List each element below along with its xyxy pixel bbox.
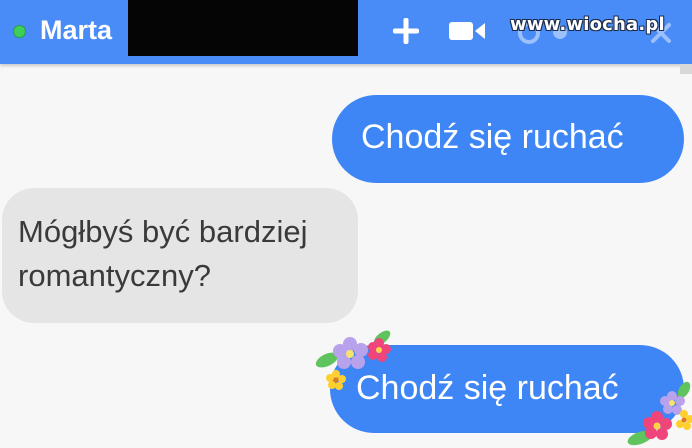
outgoing-message-bubble[interactable]: Chodź się ruchać [332,95,684,183]
plus-icon[interactable] [391,16,421,46]
watermark: www.wiocha.pl [510,14,665,35]
online-status-dot [13,25,26,38]
outgoing-message-bubble-flowers[interactable]: Chodź się ruchać [330,345,684,433]
incoming-message-bubble[interactable]: Mógłbyś być bardziej romantyczny? [2,188,358,323]
yellow-flower-icon [676,410,692,430]
redaction-bar [128,0,358,56]
video-icon[interactable] [447,18,487,44]
contact-name[interactable]: Marta [40,14,112,46]
chat-header: Marta www.wiocha.pl [0,0,692,64]
scrollbar-edge[interactable] [680,64,692,74]
